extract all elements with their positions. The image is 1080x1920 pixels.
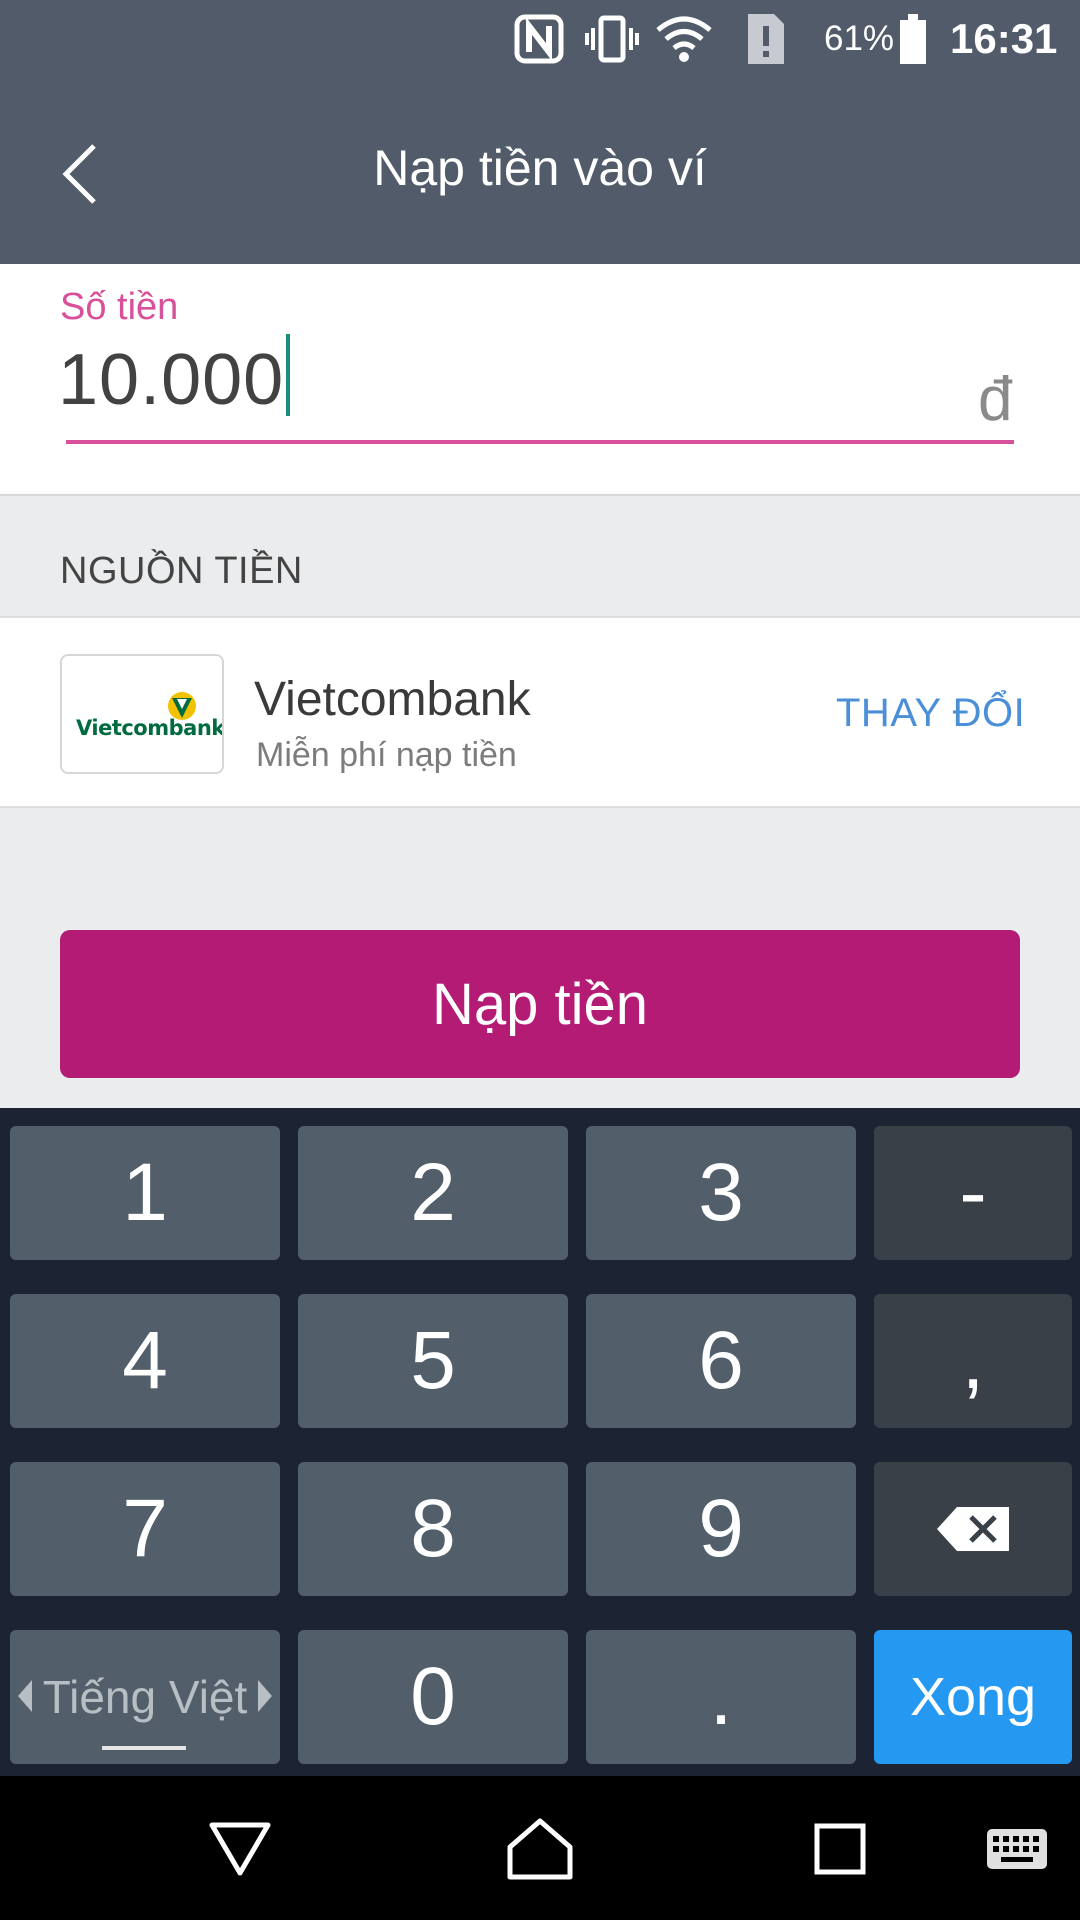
chevron-right-icon [258, 1680, 272, 1712]
language-indicator [102, 1746, 186, 1750]
app-bar: Nạp tiền vào ví [0, 78, 1080, 264]
key-2[interactable]: 2 [298, 1126, 568, 1260]
key-4[interactable]: 4 [10, 1294, 280, 1428]
nav-back-button[interactable] [195, 1804, 285, 1894]
text-caret [286, 334, 291, 416]
back-triangle-icon [209, 1822, 271, 1876]
nav-home-button[interactable] [495, 1804, 585, 1894]
key-7[interactable]: 7 [10, 1462, 280, 1596]
key-5[interactable]: 5 [298, 1294, 568, 1428]
done-key[interactable]: Xong [874, 1630, 1072, 1764]
funding-source-row[interactable]: Vietcombank Vietcombank Miễn phí nạp tiề… [0, 616, 1080, 808]
input-underline [66, 440, 1014, 444]
chevron-left-icon [18, 1680, 32, 1712]
nfc-icon [514, 12, 564, 66]
backspace-icon [937, 1507, 1009, 1551]
vibrate-icon [584, 12, 640, 66]
bank-logo-text: Vietcombank [76, 716, 224, 740]
key-6[interactable]: 6 [586, 1294, 856, 1428]
clock: 16:31 [950, 15, 1058, 62]
amount-section: Số tiền 10.000 đ [0, 264, 1080, 496]
bank-name: Vietcombank [254, 673, 531, 726]
language-switch-key[interactable]: Tiếng Việt [10, 1630, 280, 1764]
battery-icon [898, 12, 928, 66]
language-label: Tiếng Việt [42, 1671, 248, 1723]
key-8[interactable]: 8 [298, 1462, 568, 1596]
nav-recents-button[interactable] [795, 1804, 885, 1894]
bank-logo: Vietcombank [60, 654, 224, 774]
key-1[interactable]: 1 [10, 1126, 280, 1260]
key-period[interactable]: . [586, 1630, 856, 1764]
amount-label: Số tiền [60, 286, 179, 328]
key-minus[interactable]: - [874, 1126, 1072, 1260]
source-header-label: NGUỒN TIỀN [60, 550, 303, 592]
nav-keyboard-button[interactable] [975, 1804, 1059, 1894]
bank-fee-note: Miễn phí nạp tiền [256, 736, 517, 774]
change-source-button[interactable]: THAY ĐỔI [836, 688, 1025, 738]
keyboard-icon [987, 1829, 1047, 1869]
backspace-key[interactable] [874, 1462, 1072, 1596]
recents-icon [814, 1823, 866, 1875]
top-up-button[interactable]: Nạp tiền [60, 930, 1020, 1078]
amount-value: 10.000 [58, 340, 285, 420]
wifi-icon [654, 12, 714, 66]
source-header: NGUỒN TIỀN [0, 496, 1080, 616]
system-nav-bar [0, 1776, 1080, 1920]
key-0[interactable]: 0 [298, 1630, 568, 1764]
key-comma[interactable]: , [874, 1294, 1072, 1428]
home-icon [507, 1818, 573, 1880]
status-bar: 61% 16:31 [0, 0, 1080, 78]
key-3[interactable]: 3 [586, 1126, 856, 1260]
numeric-keyboard: 1 2 3 - 4 5 6 , 7 8 9 Tiếng Việt 0 . Xon… [0, 1108, 1080, 1776]
key-9[interactable]: 9 [586, 1462, 856, 1596]
page-title: Nạp tiền vào ví [373, 140, 707, 196]
sim-alert-icon [746, 12, 786, 66]
battery-percent: 61% [824, 19, 895, 58]
amount-input[interactable]: 10.000 [58, 334, 291, 425]
currency-symbol: đ [978, 365, 1013, 434]
